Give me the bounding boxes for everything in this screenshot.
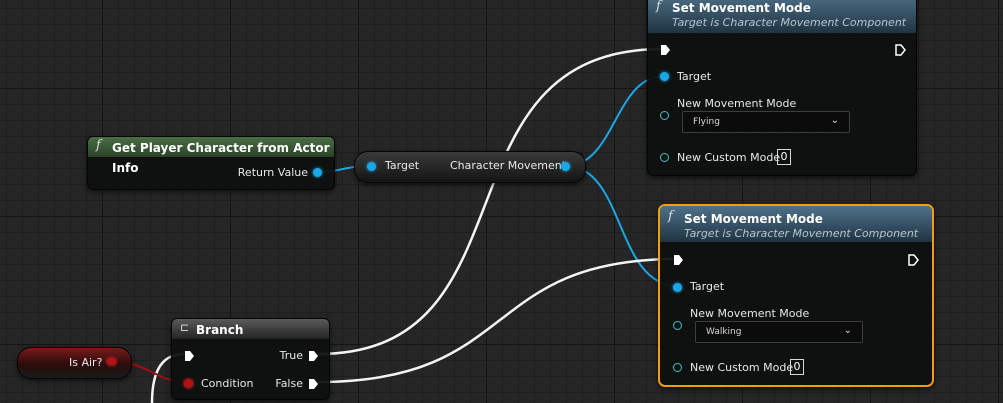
new-custom-mode-pin[interactable]	[660, 153, 669, 162]
movement-mode-dropdown[interactable]: Flying ⌄	[682, 111, 850, 133]
chevron-down-icon: ⌄	[830, 115, 839, 126]
character-movement-label: Character Movement	[450, 159, 567, 172]
target-pin[interactable]	[673, 283, 682, 292]
custom-mode-input[interactable]: 0	[790, 359, 804, 375]
exec-in-pin[interactable]	[660, 44, 671, 56]
branch-icon: ⊏	[180, 321, 190, 334]
set-movement-mode-node-1[interactable]: f Set Movement Mode Target is Character …	[647, 0, 917, 176]
node-header[interactable]: f Set Movement Mode Target is Character …	[660, 206, 932, 242]
new-movement-mode-pin[interactable]	[660, 111, 669, 120]
function-icon: f	[96, 138, 101, 153]
character-movement-node[interactable]: Target Character Movement	[354, 151, 586, 183]
wire-false-to-exec2	[317, 257, 678, 384]
target-pin[interactable]	[367, 162, 376, 171]
condition-label: Condition	[201, 377, 254, 390]
return-value-label: Return Value	[237, 166, 308, 179]
chevron-down-icon: ⌄	[843, 325, 852, 336]
true-exec-pin[interactable]	[308, 350, 319, 362]
exec-in-pin[interactable]	[184, 350, 195, 362]
return-value-pin[interactable]	[313, 168, 322, 177]
node-header[interactable]: f Set Movement Mode Target is Character …	[648, 0, 916, 33]
function-icon: f	[656, 0, 661, 14]
new-movement-mode-pin[interactable]	[673, 321, 682, 330]
target-label: Target	[385, 159, 420, 172]
new-custom-mode-pin[interactable]	[673, 363, 682, 372]
new-movement-mode-label: New Movement Mode	[690, 307, 810, 320]
target-pin[interactable]	[660, 72, 669, 81]
false-label: False	[275, 377, 303, 390]
wire-true-to-exec1	[317, 47, 664, 356]
is-air-output-pin[interactable]	[107, 358, 116, 365]
set-movement-mode-node-2[interactable]: f Set Movement Mode Target is Character …	[658, 204, 934, 387]
node-title: Set Movement Mode	[684, 212, 823, 226]
exec-out-pin[interactable]	[895, 44, 906, 56]
get-player-character-node[interactable]: f Get Player Character from Actor Info R…	[87, 136, 335, 190]
new-movement-mode-label: New Movement Mode	[677, 97, 797, 110]
is-air-variable-node[interactable]: Is Air?	[17, 347, 132, 379]
dropdown-value: Flying	[693, 117, 720, 127]
node-header[interactable]: f Get Player Character from Actor Info	[88, 137, 334, 175]
exec-in-pin[interactable]	[673, 254, 684, 266]
dropdown-value: Walking	[706, 327, 742, 337]
node-subtitle: Target is Character Movement Component	[684, 227, 919, 240]
new-custom-mode-label: New Custom Mode	[690, 361, 794, 374]
function-icon: f	[668, 209, 673, 224]
branch-node[interactable]: ⊏ Branch True Condition False	[171, 318, 330, 400]
target-label: Target	[690, 280, 725, 293]
condition-pin[interactable]	[184, 379, 193, 388]
movement-mode-dropdown[interactable]: Walking ⌄	[695, 321, 863, 343]
node-title: Branch	[196, 323, 244, 337]
is-air-label: Is Air?	[69, 356, 103, 369]
custom-mode-input[interactable]: 0	[777, 149, 791, 165]
new-custom-mode-label: New Custom Mode	[677, 151, 781, 164]
character-movement-pin[interactable]	[561, 162, 570, 171]
true-label: True	[279, 349, 303, 362]
false-exec-pin[interactable]	[308, 378, 319, 390]
node-title: Set Movement Mode	[672, 1, 811, 15]
node-subtitle: Target is Character Movement Component	[672, 16, 907, 29]
exec-out-pin[interactable]	[908, 254, 919, 266]
target-label: Target	[677, 70, 712, 83]
node-header[interactable]: ⊏ Branch	[172, 319, 329, 339]
